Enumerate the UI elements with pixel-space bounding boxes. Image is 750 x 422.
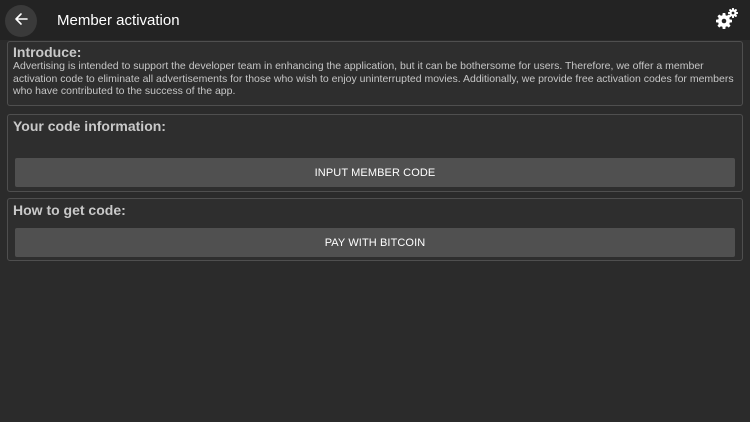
get-code-heading: How to get code: bbox=[13, 202, 126, 218]
get-code-panel: How to get code: PAY WITH BITCOIN bbox=[7, 198, 743, 261]
introduce-text: Advertising is intended to support the d… bbox=[13, 60, 734, 97]
page-title: Member activation bbox=[57, 12, 180, 29]
code-info-panel: Your code information: INPUT MEMBER CODE bbox=[7, 114, 743, 192]
introduce-panel: Introduce: Advertising is intended to su… bbox=[7, 41, 743, 106]
toolbar: Member activation bbox=[0, 0, 750, 40]
introduce-heading: Introduce: bbox=[13, 44, 82, 60]
back-button[interactable] bbox=[5, 5, 37, 37]
gears-icon bbox=[715, 7, 739, 36]
arrow-left-icon bbox=[13, 11, 29, 32]
settings-button[interactable] bbox=[714, 7, 740, 36]
pay-with-bitcoin-button[interactable]: PAY WITH BITCOIN bbox=[15, 228, 735, 257]
code-info-heading: Your code information: bbox=[13, 118, 166, 134]
input-member-code-button[interactable]: INPUT MEMBER CODE bbox=[15, 158, 735, 187]
